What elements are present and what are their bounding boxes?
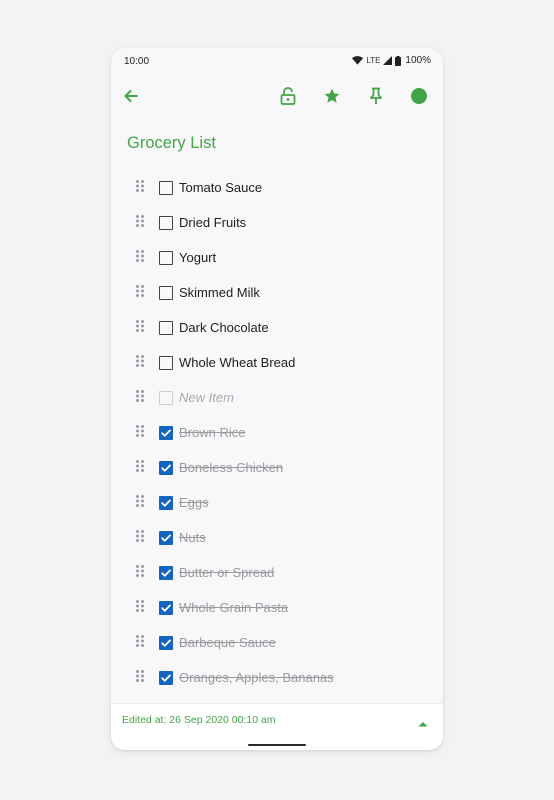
checkbox[interactable]	[159, 391, 173, 405]
drag-handle-icon[interactable]	[135, 179, 145, 193]
drag-handle-icon[interactable]	[135, 214, 145, 228]
unlock-icon[interactable]	[278, 86, 298, 106]
drag-handle-icon[interactable]	[135, 459, 145, 473]
status-time: 10:00	[124, 56, 150, 67]
list-item[interactable]: Barbeque Sauce	[111, 625, 443, 660]
checkbox[interactable]	[159, 356, 173, 370]
battery-level: 100%	[405, 55, 431, 66]
list-item[interactable]: Whole Wheat Bread	[111, 345, 443, 380]
checkbox[interactable]	[159, 636, 173, 650]
checklist: Tomato Sauce Dried Fruits Yogurt Skimmed Mi…	[111, 170, 443, 695]
list-item[interactable]: Brown Rice	[111, 415, 443, 450]
list-item[interactable]: New Item	[111, 380, 443, 415]
status-bar: 10:00 LTE 100%	[111, 48, 443, 76]
home-indicator[interactable]	[248, 744, 306, 746]
item-label: Whole Wheat Bread	[179, 355, 296, 370]
checkbox[interactable]	[159, 566, 173, 580]
item-label: Tomato Sauce	[179, 180, 263, 195]
drag-handle-icon[interactable]	[135, 319, 145, 333]
list-item[interactable]: Boneless Chicken	[111, 450, 443, 485]
color-dot-icon[interactable]	[409, 86, 429, 106]
list-item[interactable]: Eggs	[111, 485, 443, 520]
item-label: Butter or Spread	[179, 565, 275, 580]
pin-icon[interactable]	[366, 86, 386, 106]
list-item[interactable]: Nuts	[111, 520, 443, 555]
drag-handle-icon[interactable]	[135, 424, 145, 438]
network-type: LTE	[366, 56, 381, 65]
edited-timestamp: Edited at: 26 Sep 2020 00:10 am	[122, 714, 276, 726]
list-item[interactable]: Skimmed Milk	[111, 275, 443, 310]
list-item[interactable]: Dried Fruits	[111, 205, 443, 240]
checkbox[interactable]	[159, 671, 173, 685]
checkbox[interactable]	[159, 321, 173, 335]
chevron-up-icon[interactable]	[417, 716, 429, 727]
item-label: Whole Grain Pasta	[179, 600, 289, 615]
drag-handle-icon[interactable]	[135, 389, 145, 403]
drag-handle-icon[interactable]	[135, 529, 145, 543]
list-item[interactable]: Yogurt	[111, 240, 443, 275]
item-label: Eggs	[179, 495, 209, 510]
list-item[interactable]: Tomato Sauce	[111, 170, 443, 205]
item-label: Yogurt	[179, 250, 217, 265]
drag-handle-icon[interactable]	[135, 599, 145, 613]
toolbar	[111, 78, 443, 114]
checkbox[interactable]	[159, 426, 173, 440]
item-label: Dark Chocolate	[179, 320, 269, 335]
item-label: Boneless Chicken	[179, 460, 284, 475]
wifi-icon	[352, 56, 364, 65]
checkbox[interactable]	[159, 216, 173, 230]
item-label: Brown Rice	[179, 425, 246, 440]
checkbox[interactable]	[159, 251, 173, 265]
drag-handle-icon[interactable]	[135, 249, 145, 263]
drag-handle-icon[interactable]	[135, 494, 145, 508]
phone-screen: 10:00 LTE 100% Grocery List Tomato Sauce…	[111, 48, 443, 750]
item-label: Oranges, Apples, Bananas	[179, 670, 334, 685]
checkbox[interactable]	[159, 531, 173, 545]
footer-bar: Edited at: 26 Sep 2020 00:10 am	[111, 703, 443, 750]
star-icon[interactable]	[322, 86, 342, 106]
signal-icon	[383, 56, 393, 65]
drag-handle-icon[interactable]	[135, 354, 145, 368]
note-title[interactable]: Grocery List	[127, 134, 216, 153]
list-item[interactable]: Butter or Spread	[111, 555, 443, 590]
checkbox[interactable]	[159, 601, 173, 615]
list-item[interactable]: Oranges, Apples, Bananas	[111, 660, 443, 695]
item-label: Nuts	[179, 530, 206, 545]
item-label: Dried Fruits	[179, 215, 247, 230]
checkbox[interactable]	[159, 181, 173, 195]
drag-handle-icon[interactable]	[135, 634, 145, 648]
drag-handle-icon[interactable]	[135, 284, 145, 298]
drag-handle-icon[interactable]	[135, 669, 145, 683]
list-item[interactable]: Dark Chocolate	[111, 310, 443, 345]
checkbox[interactable]	[159, 461, 173, 475]
back-arrow-icon[interactable]	[121, 86, 141, 106]
status-icons: LTE 100%	[352, 55, 431, 66]
new-item-input[interactable]: New Item	[179, 390, 234, 405]
checkbox[interactable]	[159, 286, 173, 300]
item-label: Barbeque Sauce	[179, 635, 276, 650]
list-item[interactable]: Whole Grain Pasta	[111, 590, 443, 625]
drag-handle-icon[interactable]	[135, 564, 145, 578]
battery-icon	[395, 55, 402, 66]
checkbox[interactable]	[159, 496, 173, 510]
item-label: Skimmed Milk	[179, 285, 260, 300]
